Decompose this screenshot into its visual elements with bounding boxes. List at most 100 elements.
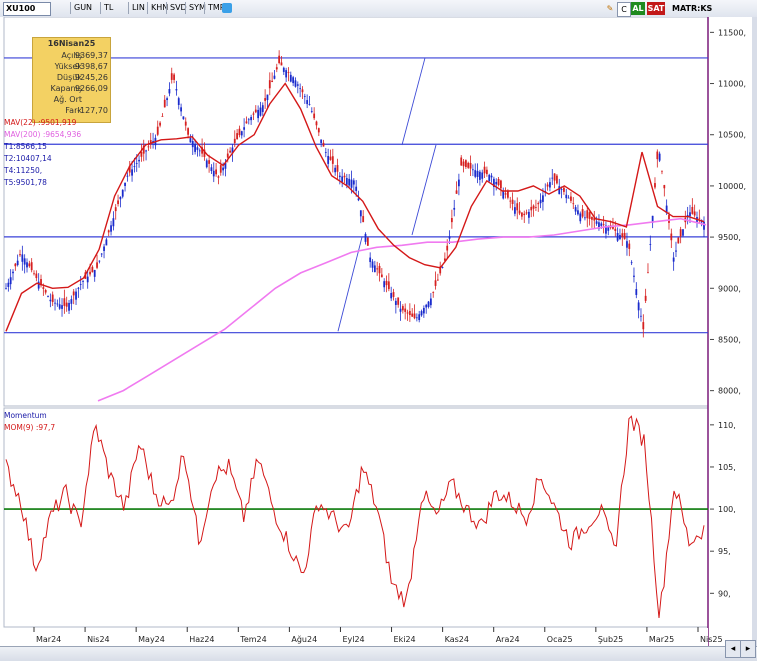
legend-high-value: 9398,67 [74, 62, 108, 71]
time-tick-label: Ağu24 [291, 635, 317, 644]
candle-body [509, 200, 512, 202]
candle-body [432, 292, 435, 293]
candle-body [259, 107, 262, 116]
candle-body [257, 109, 260, 119]
candle-body [345, 178, 348, 185]
candle-body [518, 210, 521, 214]
time-tick-label: Nis25 [700, 635, 723, 644]
candle-body [75, 291, 77, 300]
candle-body [535, 207, 537, 208]
candle-body [577, 210, 579, 215]
candle-body [145, 150, 147, 152]
time-tick-label: Eki24 [394, 635, 416, 644]
candle-body [79, 284, 82, 285]
candle-body [208, 160, 210, 164]
candle-body [82, 281, 84, 282]
candle-body [357, 198, 360, 201]
price-chart[interactable]: 8000, 8500, 9000, 9500, 10000, 10500, 11000, 11… [0, 17, 757, 646]
candle-body [140, 152, 143, 157]
candle-body [703, 221, 705, 230]
candle-body [306, 100, 309, 105]
candle-body [222, 167, 225, 171]
candle-body [563, 187, 565, 192]
status-bar [0, 646, 757, 661]
symbol-input[interactable]: XU100 [3, 2, 51, 16]
candle-body [5, 288, 7, 290]
candle-body [663, 185, 666, 189]
candle-body [275, 67, 278, 70]
candle-body [387, 281, 390, 290]
candle-body [250, 117, 253, 121]
candle-body [320, 139, 323, 143]
scroll-left-button[interactable]: ◂ [725, 640, 741, 658]
legend-diff-value: -127,70 [77, 106, 108, 115]
candle-body [418, 314, 421, 321]
candle-body [9, 277, 12, 285]
mav200-label: MAV(200) :9654,936 [4, 130, 82, 139]
legend-close-value: 9266,09 [74, 84, 108, 93]
candle-body [383, 281, 386, 288]
candle-body [488, 174, 491, 182]
candle-body [177, 98, 180, 105]
candle-body [268, 80, 271, 89]
candle-body [308, 104, 311, 105]
candle-body [107, 230, 110, 233]
candle-body [54, 302, 56, 304]
mav22-label: MAV(22) :9501,919 [4, 118, 77, 127]
candle-body [654, 183, 656, 188]
candle-body [114, 207, 117, 212]
candle-body [572, 203, 575, 205]
candle-body [502, 191, 505, 199]
candle-body [623, 232, 626, 240]
candle-body [455, 190, 458, 194]
candle-body [689, 212, 691, 217]
candle-body [217, 176, 220, 178]
candle-body [364, 233, 367, 242]
candle-body [406, 312, 409, 314]
candle-body [100, 253, 103, 255]
time-tick-label: Tem24 [239, 635, 266, 644]
candle-body [266, 94, 269, 101]
candle-body [649, 244, 652, 245]
candle-body [616, 232, 619, 241]
candle-body [640, 315, 642, 317]
mom-tick-label: 95, [718, 547, 731, 556]
candle-body [584, 217, 586, 219]
scale-lin-button[interactable]: LIN [128, 2, 148, 14]
currency-button[interactable]: TL [100, 2, 116, 14]
candle-body [483, 166, 486, 174]
candle-body [637, 302, 640, 311]
candle-body [219, 165, 222, 173]
candle-body [366, 237, 369, 246]
candle-body [591, 216, 593, 220]
period-button[interactable]: GUN [70, 2, 95, 14]
scroll-right-button[interactable]: ▸ [740, 640, 756, 658]
candle-body [408, 310, 411, 316]
candle-body [614, 228, 617, 231]
candle-body [23, 258, 26, 265]
pencil-icon[interactable]: ✎ [605, 2, 615, 15]
candle-body [457, 179, 460, 187]
candle-body [633, 275, 635, 277]
sell-button[interactable]: SAT [647, 2, 665, 15]
candle-body [294, 80, 297, 87]
candle-body [247, 119, 250, 121]
candle-body [126, 175, 129, 177]
candle-body [117, 200, 119, 205]
c-button[interactable]: C [617, 2, 631, 17]
time-tick-label: Şub25 [598, 635, 623, 644]
mom-tick-label: 105, [718, 463, 736, 472]
candle-body [401, 306, 404, 311]
candle-body [490, 175, 493, 178]
candle-body [238, 128, 241, 136]
candle-body [240, 131, 243, 136]
candle-body [693, 211, 696, 216]
twitter-icon[interactable] [222, 3, 232, 13]
candle-body [210, 167, 213, 171]
candle-body [105, 239, 108, 246]
time-tick-label: Mar24 [36, 635, 61, 644]
candle-body [196, 147, 199, 150]
candle-body [551, 177, 554, 179]
candle-body [350, 179, 353, 188]
buy-button[interactable]: AL [631, 2, 645, 15]
